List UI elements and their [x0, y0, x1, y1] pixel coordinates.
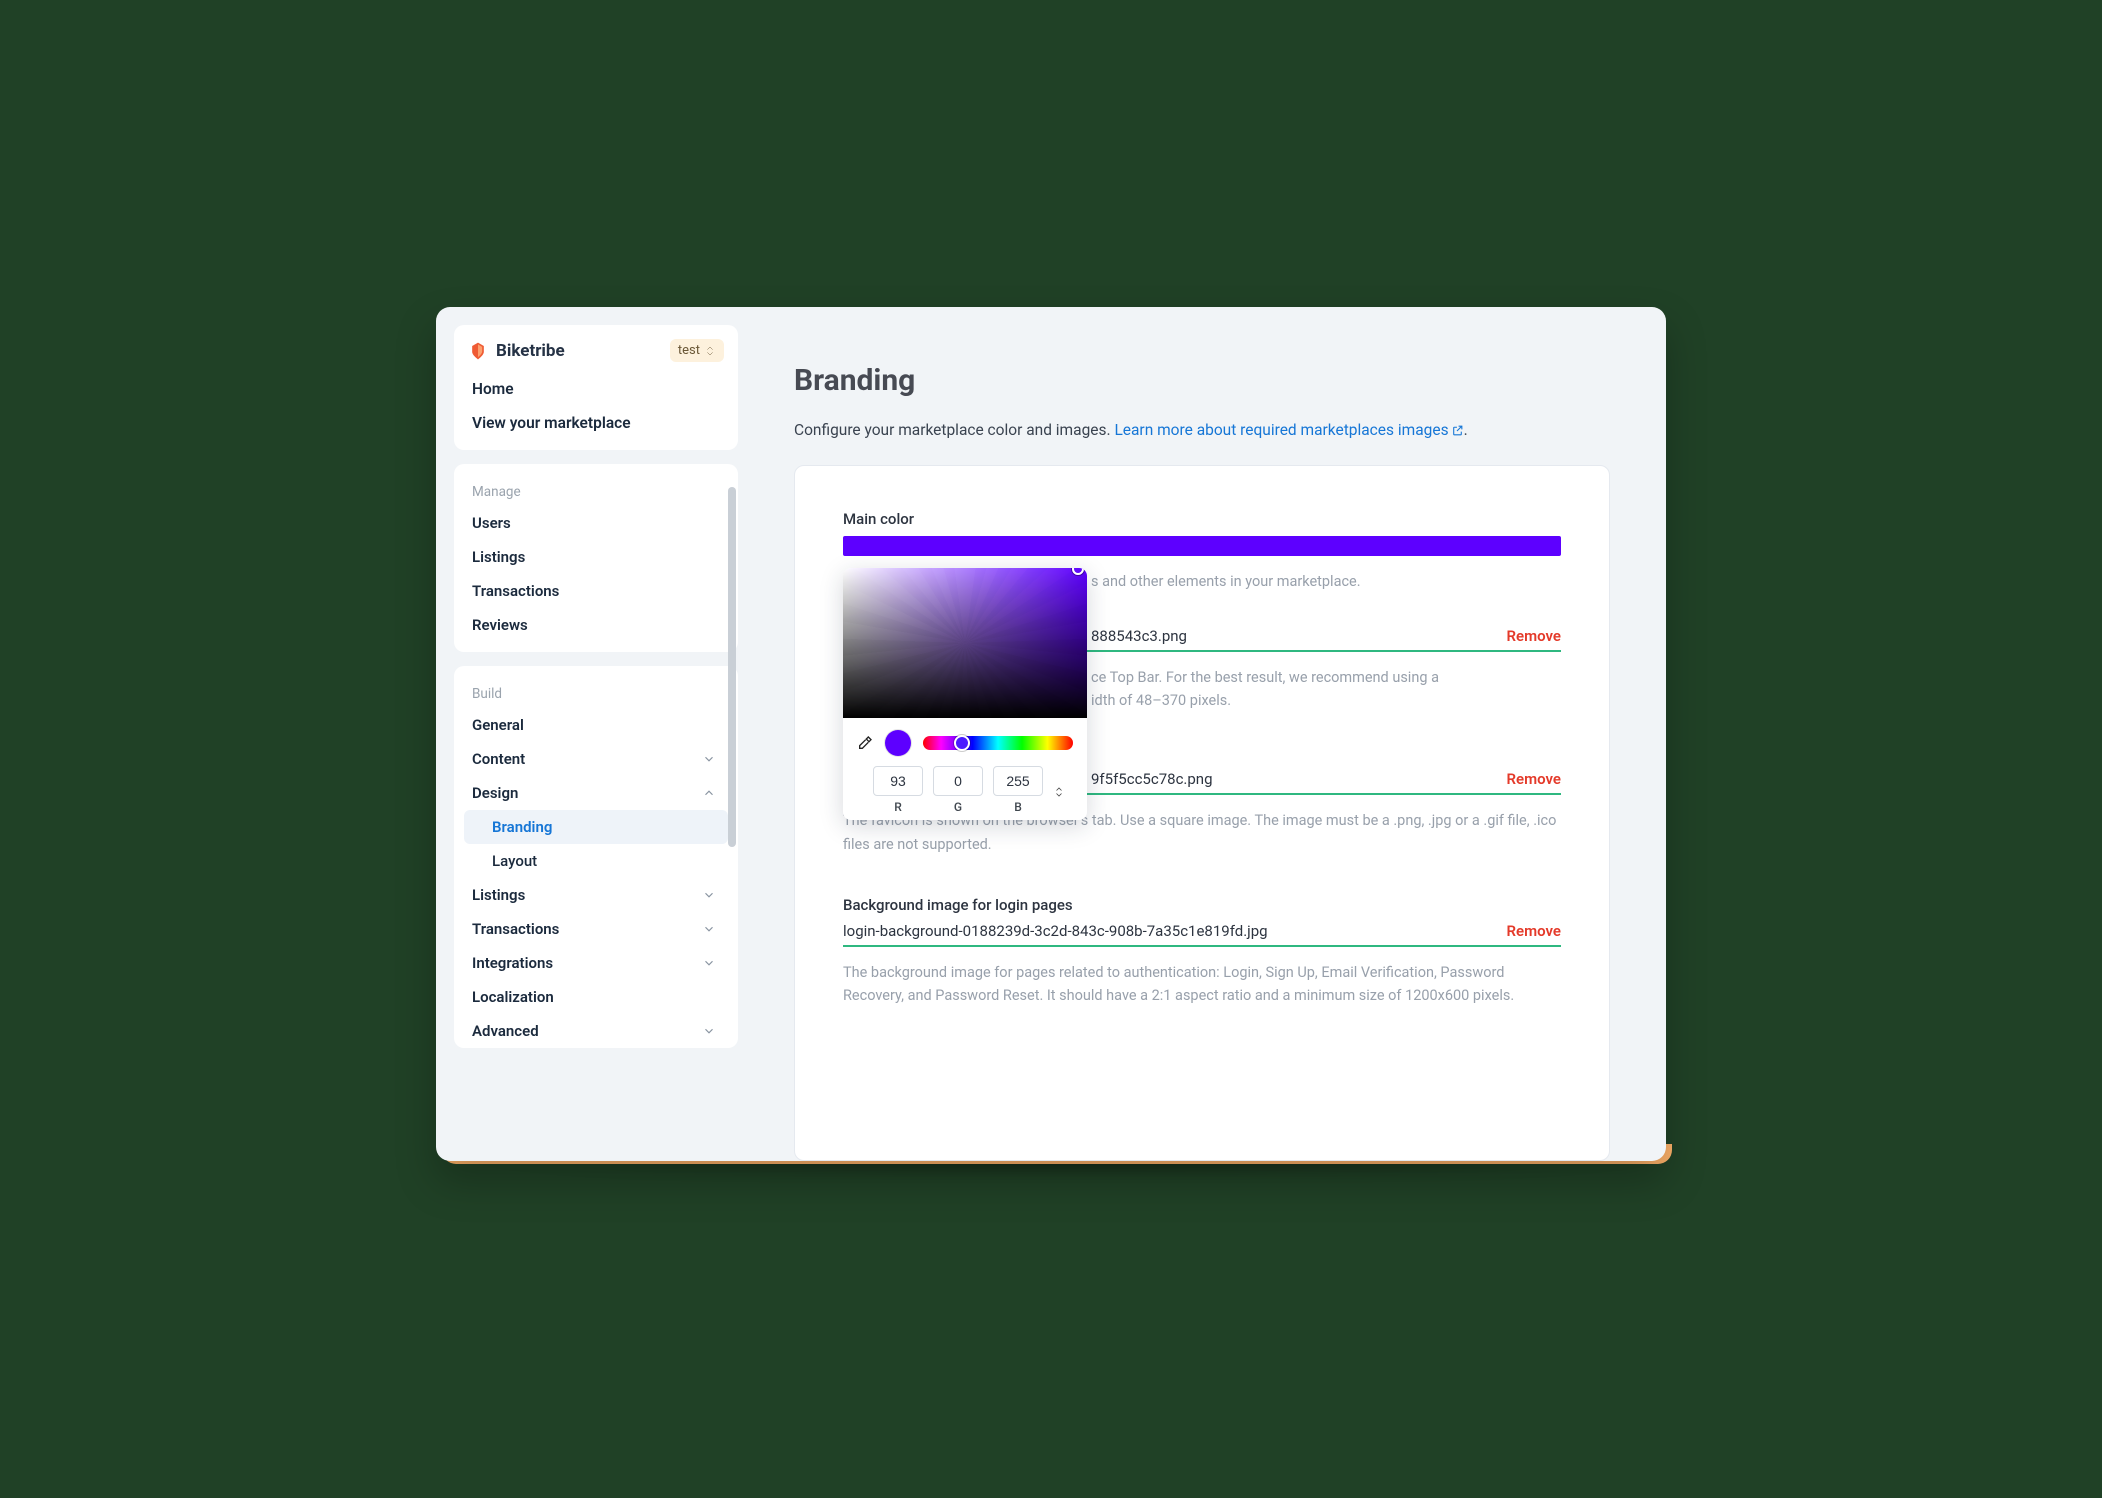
- nav-view-marketplace[interactable]: View your marketplace: [464, 406, 728, 440]
- nav-design-branding[interactable]: Branding: [464, 810, 728, 844]
- chevron-down-icon: [702, 922, 716, 936]
- nav-design-layout[interactable]: Layout: [464, 844, 728, 878]
- group-build-label: Build: [464, 680, 728, 708]
- app-window: Biketribe test Home View your marketplac…: [436, 307, 1666, 1161]
- nav-listings[interactable]: Listings: [464, 540, 728, 574]
- color-picker-hue-cursor[interactable]: [954, 735, 970, 751]
- nav-home[interactable]: Home: [464, 372, 728, 406]
- group-manage-label: Manage: [464, 478, 728, 506]
- nav-advanced[interactable]: Advanced: [464, 1014, 728, 1048]
- chevron-down-icon: [702, 956, 716, 970]
- brand[interactable]: Biketribe: [468, 341, 565, 361]
- nav-content[interactable]: Content: [464, 742, 728, 776]
- sidebar-top-links: Home View your marketplace: [464, 372, 728, 440]
- page-subtitle-lead: Configure your marketplace color and ima…: [794, 421, 1114, 439]
- nav-general[interactable]: General: [464, 708, 728, 742]
- sidebar: Biketribe test Home View your marketplac…: [436, 307, 738, 1161]
- color-picker-r-label: R: [894, 800, 902, 814]
- learn-more-link[interactable]: Learn more about required marketplaces i…: [1114, 421, 1463, 439]
- color-picker-g-input[interactable]: [933, 766, 983, 796]
- login-bg-file-row: login-background-0188239d-3c2d-843c-908b…: [843, 922, 1561, 947]
- main-content: Branding Configure your marketplace colo…: [738, 307, 1666, 1161]
- color-picker-mode-toggle[interactable]: [1053, 783, 1065, 805]
- nav-design[interactable]: Design: [464, 776, 728, 810]
- main-color-swatch[interactable]: [843, 536, 1561, 556]
- chevron-up-icon: [702, 786, 716, 800]
- chevron-updown-icon: [704, 345, 716, 357]
- nav-build-listings[interactable]: Listings: [464, 878, 728, 912]
- chevron-down-icon: [702, 888, 716, 902]
- sidebar-build-panel: Build General Content Design Branding La…: [454, 666, 738, 1048]
- sidebar-top-panel: Biketribe test Home View your marketplac…: [454, 325, 738, 450]
- external-link-icon: [1451, 420, 1464, 445]
- env-switcher[interactable]: test: [670, 339, 724, 362]
- chevron-down-icon: [702, 752, 716, 766]
- branding-card: Main color s and other elements in your …: [794, 465, 1610, 1161]
- page-subtitle: Configure your marketplace color and ima…: [794, 418, 1610, 445]
- nav-build-transactions[interactable]: Transactions: [464, 912, 728, 946]
- logo-remove-button[interactable]: Remove: [1507, 627, 1562, 645]
- sidebar-scrollbar[interactable]: [728, 487, 736, 847]
- color-picker-hue-slider[interactable]: [923, 736, 1073, 750]
- color-picker-current-swatch: [885, 730, 911, 756]
- login-bg-filename: login-background-0188239d-3c2d-843c-908b…: [843, 922, 1268, 940]
- nav-localization[interactable]: Localization: [464, 980, 728, 1014]
- nav-users[interactable]: Users: [464, 506, 728, 540]
- chevron-down-icon: [702, 1024, 716, 1038]
- main-color-label: Main color: [843, 510, 1561, 528]
- favicon-remove-button[interactable]: Remove: [1507, 770, 1562, 788]
- color-picker-b-input[interactable]: [993, 766, 1043, 796]
- color-picker-sv-area[interactable]: [843, 568, 1087, 718]
- page-title: Branding: [794, 363, 1610, 398]
- brand-row: Biketribe test: [464, 339, 728, 372]
- brand-logo-icon: [468, 341, 488, 361]
- sidebar-manage-panel: Manage Users Listings Transactions Revie…: [454, 464, 738, 652]
- login-bg-helper: The background image for pages related t…: [843, 961, 1561, 1007]
- color-picker-g-label: G: [954, 800, 962, 814]
- sv-texture: [843, 568, 1087, 718]
- page-subtitle-tail: .: [1464, 421, 1468, 439]
- nav-integrations[interactable]: Integrations: [464, 946, 728, 980]
- env-label: test: [678, 343, 700, 358]
- eyedropper-icon[interactable]: [857, 735, 873, 751]
- color-picker-controls: [843, 718, 1087, 764]
- color-picker-b-label: B: [1014, 800, 1022, 814]
- color-picker-popover: R G B: [843, 568, 1087, 820]
- color-picker-rgb-row: R G B: [843, 764, 1087, 814]
- color-picker-r-input[interactable]: [873, 766, 923, 796]
- login-bg-label: Background image for login pages: [843, 896, 1561, 914]
- nav-reviews[interactable]: Reviews: [464, 608, 728, 642]
- brand-name: Biketribe: [496, 341, 565, 361]
- nav-transactions[interactable]: Transactions: [464, 574, 728, 608]
- login-bg-remove-button[interactable]: Remove: [1507, 922, 1562, 940]
